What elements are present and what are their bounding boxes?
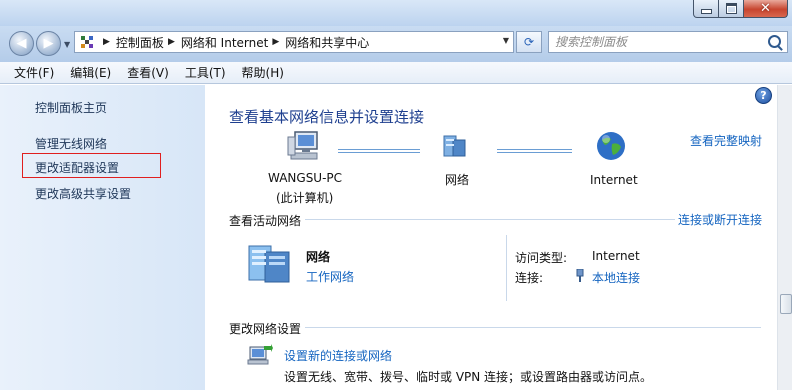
- section-divider: [305, 327, 761, 328]
- computer-sub-label: (此计算机): [276, 191, 334, 205]
- connection-label: 连接:: [515, 271, 544, 285]
- network-name: 网络: [306, 250, 331, 264]
- sidebar-item-control-panel-home[interactable]: 控制面板主页: [35, 99, 107, 116]
- navigation-bar: ◀ ▶ ▼ ▶ 控制面板 ▶ 网络和 Internet ▶ 网络和共享中心 ▼ …: [0, 26, 792, 62]
- computer-icon: [287, 131, 318, 160]
- minimize-button[interactable]: [693, 0, 719, 18]
- menu-edit[interactable]: 编辑(E): [62, 64, 119, 81]
- connection-line: [338, 149, 420, 153]
- recent-pages-dropdown-icon[interactable]: ▼: [64, 40, 70, 49]
- breadcrumb-separator-icon[interactable]: ▶: [168, 37, 175, 47]
- menu-bar: 文件(F) 编辑(E) 查看(V) 工具(T) 帮助(H): [0, 62, 792, 84]
- access-type-value: Internet: [592, 249, 640, 263]
- forward-arrow-icon: ▶: [43, 36, 54, 51]
- help-icon[interactable]: ?: [755, 87, 772, 104]
- connect-disconnect-link[interactable]: 连接或断开连接: [678, 211, 762, 228]
- work-network-icon: [248, 245, 290, 283]
- breadcrumb-network-internet[interactable]: 网络和 Internet: [181, 34, 268, 51]
- menu-help[interactable]: 帮助(H): [234, 64, 292, 81]
- maximize-button[interactable]: [719, 0, 744, 18]
- search-input[interactable]: [555, 33, 755, 51]
- search-box[interactable]: [548, 31, 788, 53]
- main-content: ? 查看基本网络信息并设置连接 查看完整映射 WANGSU-PC (此计算机) …: [205, 85, 777, 390]
- scrollbar-thumb[interactable]: [780, 294, 792, 314]
- ethernet-connection-icon: [576, 269, 584, 282]
- setup-description: 设置无线、宽带、拨号、临时或 VPN 连接；或设置路由器或访问点。: [284, 370, 653, 384]
- sidebar-item-manage-wireless[interactable]: 管理无线网络: [35, 135, 107, 152]
- address-bar[interactable]: ▶ 控制面板 ▶ 网络和 Internet ▶ 网络和共享中心 ▼: [74, 31, 514, 53]
- internet-label: Internet: [590, 173, 638, 187]
- active-networks-title: 查看活动网络: [229, 214, 302, 228]
- view-full-map-link[interactable]: 查看完整映射: [690, 132, 762, 149]
- search-icon[interactable]: [768, 35, 781, 48]
- address-dropdown-icon[interactable]: ▼: [503, 36, 509, 45]
- vertical-divider: [506, 235, 507, 301]
- network-icon: [443, 135, 466, 157]
- access-type-label: 访问类型:: [515, 251, 568, 265]
- back-button[interactable]: ◀: [9, 31, 34, 56]
- connection-line: [497, 149, 572, 153]
- sidebar-item-advanced-sharing[interactable]: 更改高级共享设置: [35, 185, 131, 202]
- back-arrow-icon: ◀: [16, 36, 27, 51]
- setup-new-connection-link[interactable]: 设置新的连接或网络: [284, 347, 392, 364]
- sidebar-item-change-adapter-settings[interactable]: 更改适配器设置: [35, 159, 119, 176]
- breadcrumb-separator-icon[interactable]: ▶: [272, 37, 279, 47]
- close-icon: ✕: [760, 1, 771, 16]
- refresh-icon: ⟳: [523, 35, 535, 49]
- network-type-link[interactable]: 工作网络: [306, 268, 354, 285]
- internet-globe-icon: [597, 132, 625, 160]
- breadcrumb-network-sharing-center[interactable]: 网络和共享中心: [285, 34, 369, 51]
- change-settings-title: 更改网络设置: [229, 322, 302, 336]
- page-title: 查看基本网络信息并设置连接: [229, 108, 425, 126]
- menu-tools[interactable]: 工具(T): [177, 64, 234, 81]
- section-divider: [305, 219, 675, 220]
- local-connection-link[interactable]: 本地连接: [592, 269, 640, 286]
- left-task-pane: 控制面板主页 管理无线网络 更改适配器设置 更改高级共享设置: [0, 85, 205, 390]
- vertical-scrollbar[interactable]: [777, 85, 792, 390]
- new-connection-icon: [247, 344, 273, 365]
- menu-view[interactable]: 查看(V): [119, 64, 177, 81]
- control-panel-icon: [79, 34, 95, 50]
- network-label: 网络: [445, 173, 470, 187]
- computer-name-label: WANGSU-PC: [268, 171, 343, 185]
- close-button[interactable]: ✕: [744, 0, 788, 18]
- refresh-button[interactable]: ⟳: [516, 31, 542, 53]
- window-title-bar: ✕: [0, 0, 792, 26]
- window-controls: ✕: [693, 0, 788, 20]
- breadcrumb-control-panel[interactable]: 控制面板: [116, 34, 164, 51]
- maximize-icon: [725, 3, 737, 14]
- minimize-icon: [700, 9, 712, 14]
- menu-file[interactable]: 文件(F): [6, 64, 62, 81]
- breadcrumb-separator-icon[interactable]: ▶: [103, 37, 110, 47]
- forward-button[interactable]: ▶: [36, 31, 61, 56]
